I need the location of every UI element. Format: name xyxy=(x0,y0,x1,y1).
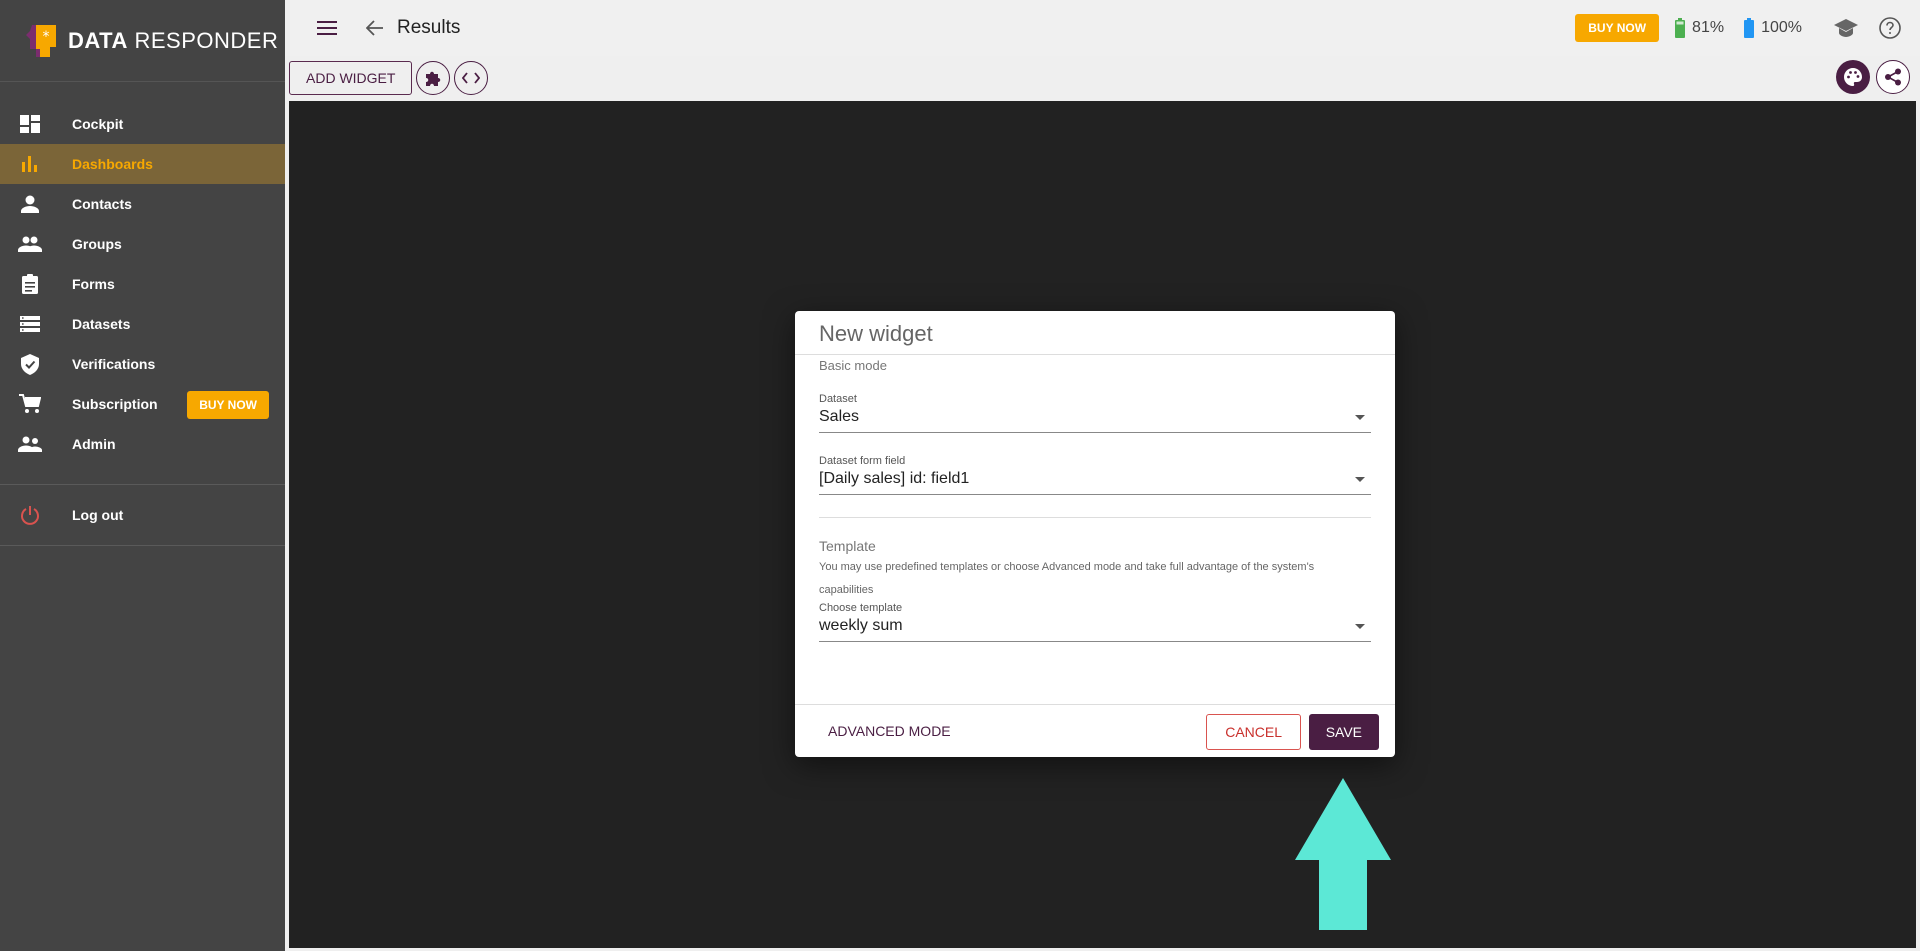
sidebar-item-subscription[interactable]: Subscription BUY NOW xyxy=(0,384,285,424)
brand-logo[interactable]: * DATA RESPONDER xyxy=(0,0,285,82)
sidebar-item-label: Datasets xyxy=(72,316,131,332)
mode-label: Basic mode xyxy=(819,358,887,373)
sidebar-item-verifications[interactable]: Verifications xyxy=(0,344,285,384)
dashboard-toolbar: ADD WIDGET xyxy=(289,56,1920,100)
brand-name: DATA RESPONDER xyxy=(68,27,279,53)
sidebar-divider xyxy=(0,484,285,485)
sidebar-item-label: Admin xyxy=(72,436,116,452)
logo-head-icon: * xyxy=(22,21,60,61)
form-field-select[interactable]: Dataset form field [Daily sales] id: fie… xyxy=(819,455,1371,495)
template-description: You may use predefined templates or choo… xyxy=(819,561,1315,596)
dataset-label: Dataset xyxy=(819,393,857,405)
template-title: Template xyxy=(819,538,876,554)
template-select[interactable]: Choose template weekly sum xyxy=(819,602,1371,642)
battery-blue-value: 100% xyxy=(1761,19,1802,36)
school-icon[interactable] xyxy=(1832,14,1860,42)
sidebar-item-label: Cockpit xyxy=(72,116,124,132)
choose-template-label: Choose template xyxy=(819,602,903,614)
chevron-down-icon xyxy=(1355,415,1365,420)
sidebar-item-contacts[interactable]: Contacts xyxy=(0,184,285,224)
palette-icon[interactable] xyxy=(1836,60,1870,94)
buy-now-button[interactable]: BUY NOW xyxy=(187,391,269,419)
sidebar-item-label: Contacts xyxy=(72,196,132,212)
up-arrow-icon xyxy=(1295,778,1391,930)
page-title: Results xyxy=(397,17,461,38)
save-button[interactable]: SAVE xyxy=(1308,714,1379,750)
new-widget-dialog: New widget Basic mode Dataset Sales Data… xyxy=(795,311,1395,757)
battery-blue-icon xyxy=(1744,18,1755,38)
sidebar-nav: Cockpit Dashboards Contacts Groups Forms xyxy=(0,82,285,546)
menu-icon[interactable] xyxy=(315,16,339,40)
back-arrow-icon[interactable] xyxy=(363,16,387,40)
storage-icon xyxy=(16,312,44,336)
advanced-mode-button[interactable]: ADVANCED MODE xyxy=(828,723,951,739)
puzzle-icon[interactable] xyxy=(416,61,451,95)
people-icon xyxy=(16,232,44,256)
chevron-down-icon xyxy=(1355,477,1365,482)
sidebar-item-cockpit[interactable]: Cockpit xyxy=(0,104,285,144)
sidebar-divider xyxy=(0,545,285,546)
dialog-divider xyxy=(819,517,1371,518)
sidebar-item-datasets[interactable]: Datasets xyxy=(0,304,285,344)
sidebar-item-admin[interactable]: Admin xyxy=(0,424,285,464)
sidebar-item-dashboards[interactable]: Dashboards xyxy=(0,144,285,184)
chevron-down-icon xyxy=(1355,624,1365,629)
sidebar-item-label: Groups xyxy=(72,236,122,252)
share-icon[interactable] xyxy=(1876,60,1910,94)
add-widget-button[interactable]: ADD WIDGET xyxy=(289,61,413,95)
dialog-body: Basic mode Dataset Sales Dataset form fi… xyxy=(795,358,1395,642)
sidebar-item-forms[interactable]: Forms xyxy=(0,264,285,304)
dashboard-icon xyxy=(16,112,44,136)
person-icon xyxy=(16,192,44,216)
bar-chart-icon xyxy=(16,152,44,176)
sidebar-item-label: Verifications xyxy=(72,356,156,372)
dataset-select[interactable]: Dataset Sales xyxy=(819,393,1371,433)
cart-icon xyxy=(16,392,44,416)
help-icon[interactable] xyxy=(1876,14,1904,42)
sidebar-item-label: Log out xyxy=(72,507,124,523)
svg-text:*: * xyxy=(43,29,50,45)
green-battery-status: 81% xyxy=(1675,18,1724,38)
blue-battery-status: 100% xyxy=(1744,18,1802,38)
sidebar-item-label: Forms xyxy=(72,276,115,292)
sidebar-item-label: Subscription xyxy=(72,396,158,412)
top-bar-actions: BUY NOW 81% 100% xyxy=(1575,0,1910,56)
shield-check-icon xyxy=(16,352,44,376)
battery-green-icon xyxy=(1675,18,1686,38)
power-icon xyxy=(16,503,44,527)
toolbar-right-actions xyxy=(1830,60,1910,94)
clipboard-icon xyxy=(16,272,44,296)
top-bar: Results BUY NOW 81% 100% xyxy=(285,0,1920,56)
battery-green-value: 81% xyxy=(1692,19,1725,36)
sidebar-item-logout[interactable]: Log out xyxy=(0,495,285,535)
cancel-button[interactable]: CANCEL xyxy=(1206,714,1301,750)
admin-people-icon xyxy=(16,432,44,456)
dialog-footer: ADVANCED MODE CANCEL SAVE xyxy=(795,704,1395,757)
buy-now-button[interactable]: BUY NOW xyxy=(1575,14,1660,42)
form-field-label: Dataset form field xyxy=(819,455,906,467)
choose-template-value: weekly sum xyxy=(819,617,903,634)
sidebar: * DATA RESPONDER Cockpit Dashboards Cont… xyxy=(0,0,285,951)
sidebar-item-label: Dashboards xyxy=(72,156,153,172)
form-field-value: [Daily sales] id: field1 xyxy=(819,470,970,487)
dialog-title: New widget xyxy=(795,311,1395,355)
sidebar-item-groups[interactable]: Groups xyxy=(0,224,285,264)
code-icon[interactable] xyxy=(454,61,489,95)
dataset-value: Sales xyxy=(819,408,860,425)
